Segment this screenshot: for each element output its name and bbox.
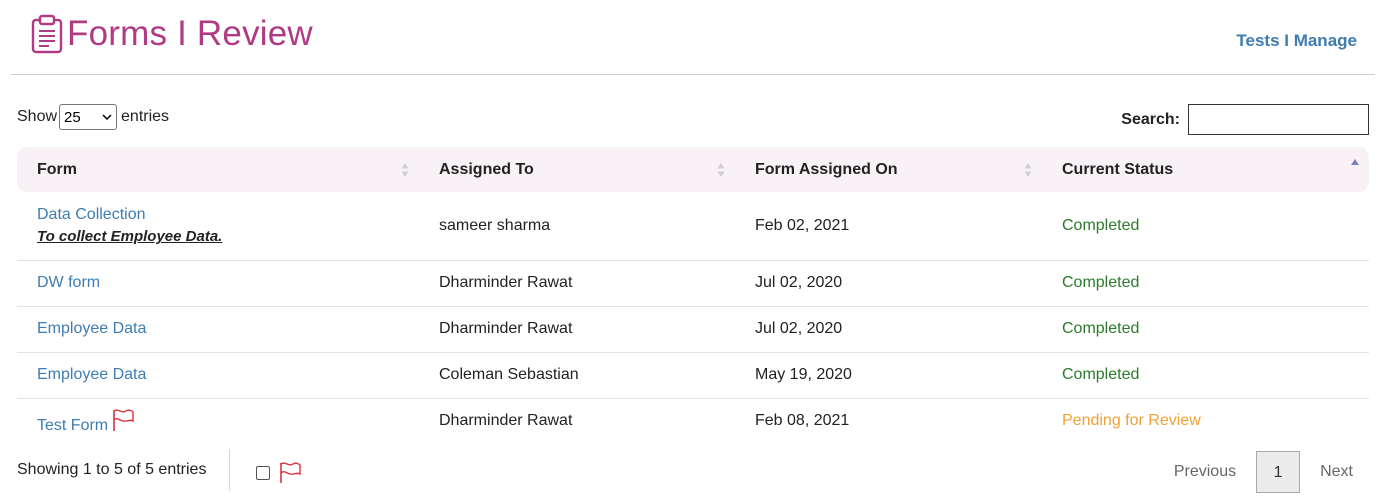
table-footer: Showing 1 to 5 of 5 entries Previous 1 N… xyxy=(17,449,1369,493)
column-header-form[interactable]: Form xyxy=(17,147,419,192)
assigned-on-cell: Jul 02, 2020 xyxy=(735,260,1042,307)
tests-i-manage-link[interactable]: Tests I Manage xyxy=(1236,31,1357,51)
next-button[interactable]: Next xyxy=(1304,451,1369,493)
form-link[interactable]: Test Form xyxy=(37,417,108,434)
sort-arrows-icon xyxy=(401,163,409,177)
assigned-on-cell: Feb 02, 2021 xyxy=(735,192,1042,261)
entries-info: Showing 1 to 5 of 5 entries xyxy=(17,461,207,478)
status-cell: Completed xyxy=(1042,352,1369,399)
table-row: Data Collection To collect Employee Data… xyxy=(17,192,1369,261)
page-title: Forms I Review xyxy=(67,14,313,53)
entries-label: entries xyxy=(121,108,170,125)
assigned-on-cell: May 19, 2020 xyxy=(735,352,1042,399)
form-cell: DW form xyxy=(17,260,419,307)
page-size-control: Show 25 entries xyxy=(17,104,169,130)
form-link[interactable]: Employee Data xyxy=(37,366,146,383)
form-link[interactable]: Employee Data xyxy=(37,320,146,337)
form-cell: Data Collection To collect Employee Data… xyxy=(17,192,419,261)
table-row: Employee Data Coleman Sebastian May 19, … xyxy=(17,352,1369,399)
status-cell: Completed xyxy=(1042,306,1369,353)
page-1-button[interactable]: 1 xyxy=(1256,451,1301,493)
assigned-to-cell: Coleman Sebastian xyxy=(419,352,735,399)
show-label: Show xyxy=(17,108,58,125)
page-header: Forms I Review Tests I Manage xyxy=(11,0,1375,75)
page-size-select[interactable]: 25 xyxy=(59,104,118,130)
search-label: Search: xyxy=(1121,110,1180,128)
flag-filter xyxy=(256,462,302,484)
assigned-to-cell: sameer sharma xyxy=(419,192,735,261)
column-header-current-status[interactable]: Current Status xyxy=(1042,147,1369,192)
sort-arrows-icon xyxy=(1024,163,1032,177)
status-cell: Completed xyxy=(1042,192,1369,261)
table-controls: Show 25 entries Search: xyxy=(17,103,1369,137)
sort-arrows-icon xyxy=(717,163,725,177)
flag-icon[interactable] xyxy=(111,408,135,432)
column-header-assigned-on[interactable]: Form Assigned On xyxy=(735,147,1042,192)
page-size-value: 25 xyxy=(64,108,81,126)
title-wrap: Forms I Review xyxy=(29,14,313,54)
forms-table: Form Assigned To Form Assigned On Curren… xyxy=(17,147,1369,444)
assigned-on-cell: Feb 08, 2021 xyxy=(755,412,850,430)
table-header-row: Form Assigned To Form Assigned On Curren… xyxy=(17,147,1369,192)
divider xyxy=(229,449,230,491)
form-description: To collect Employee Data. xyxy=(37,228,223,246)
flag-filter-checkbox[interactable] xyxy=(256,466,270,480)
assigned-to-cell: Dharminder Rawat xyxy=(439,412,573,430)
chevron-down-icon xyxy=(102,114,112,120)
table-row: Employee Data Dharminder Rawat Jul 02, 2… xyxy=(17,306,1369,353)
form-cell: Test Form xyxy=(17,398,419,444)
sort-ascending-icon xyxy=(1351,159,1359,165)
previous-button[interactable]: Previous xyxy=(1158,451,1252,493)
form-cell: Employee Data xyxy=(17,306,419,353)
search-input[interactable] xyxy=(1188,104,1369,135)
assigned-to-cell: Dharminder Rawat xyxy=(419,260,735,307)
assigned-on-cell: Jul 02, 2020 xyxy=(735,306,1042,353)
table-row: DW form Dharminder Rawat Jul 02, 2020 Co… xyxy=(17,260,1369,307)
form-link[interactable]: Data Collection xyxy=(37,206,146,223)
table-row: Test Form Dharminder Rawat Feb 08, 2021 … xyxy=(17,398,1369,444)
form-link[interactable]: DW form xyxy=(37,274,100,291)
form-cell: Employee Data xyxy=(17,352,419,399)
clipboard-icon xyxy=(31,14,63,54)
column-header-assigned-to[interactable]: Assigned To xyxy=(419,147,735,192)
assigned-to-cell: Dharminder Rawat xyxy=(419,306,735,353)
flag-icon xyxy=(280,462,301,483)
pagination: Previous 1 Next xyxy=(1158,451,1369,493)
status-cell: Completed xyxy=(1042,260,1369,307)
search-control: Search: xyxy=(1121,104,1369,135)
status-cell: Pending for Review xyxy=(1062,412,1201,430)
